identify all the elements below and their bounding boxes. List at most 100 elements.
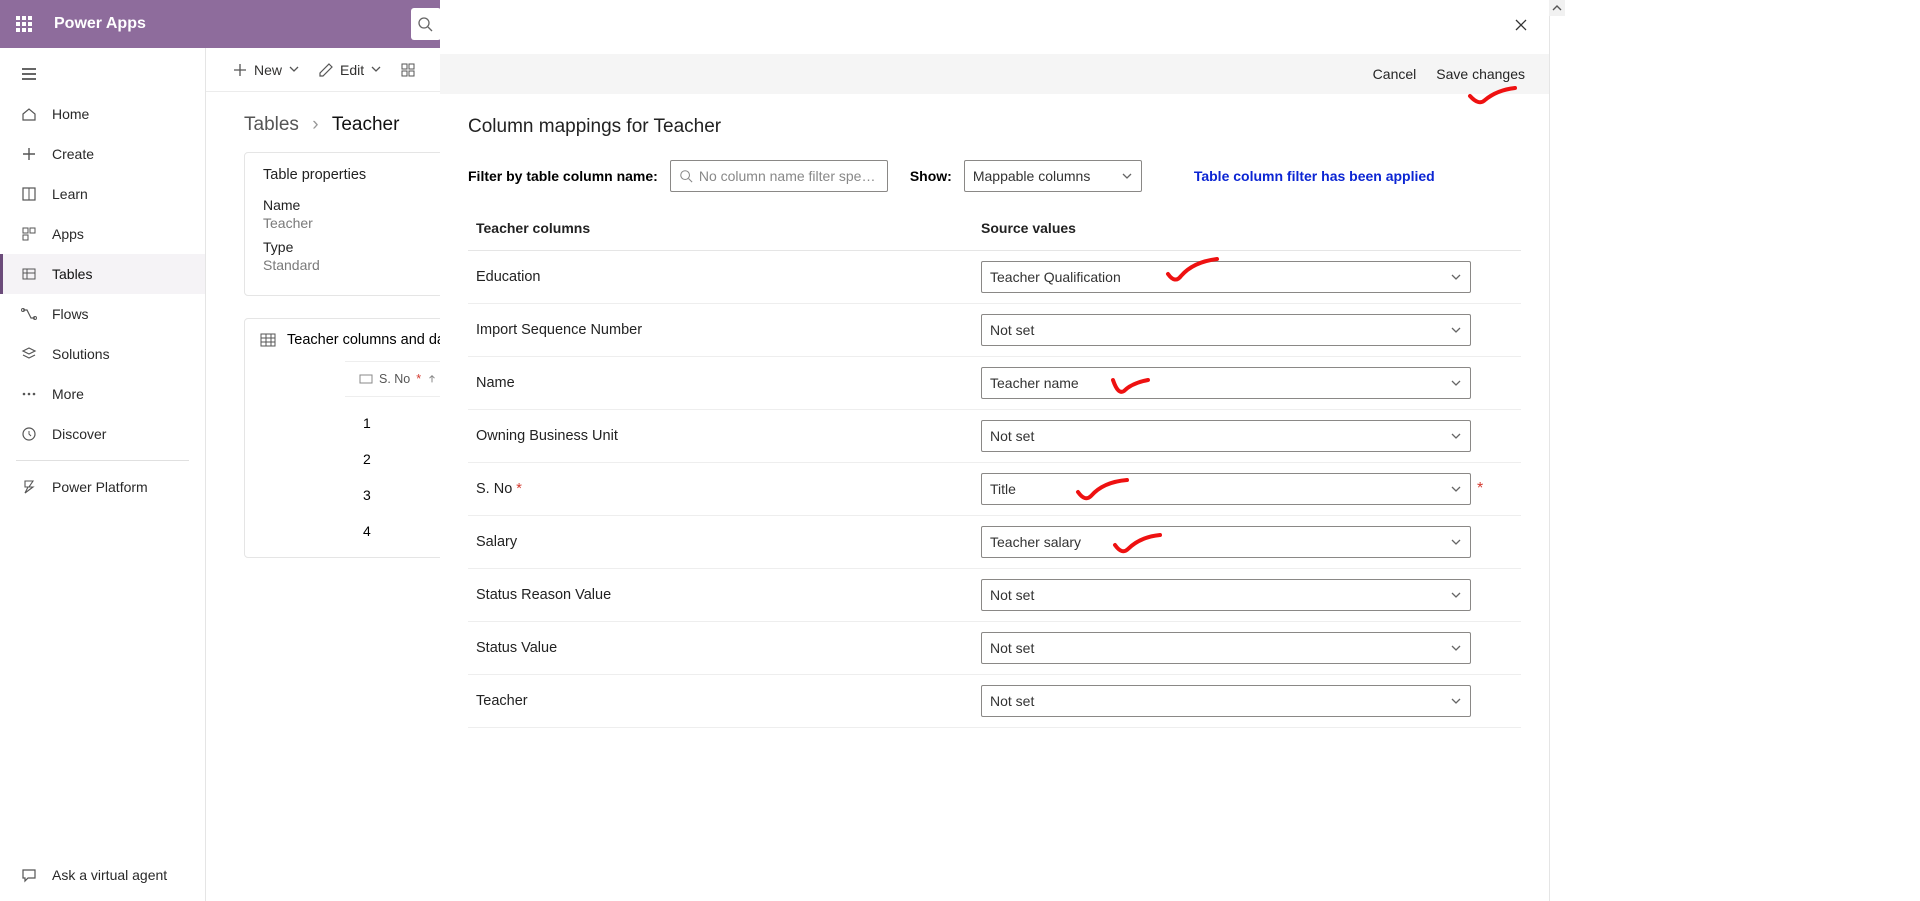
scroll-up-button[interactable]: [1549, 0, 1565, 16]
chevron-down-icon: [1450, 377, 1462, 389]
chevron-down-icon: [1450, 589, 1462, 601]
plus-icon: [20, 145, 38, 163]
cancel-button[interactable]: Cancel: [1373, 66, 1417, 82]
source-value-dropdown[interactable]: Not set: [981, 685, 1471, 717]
mapping-row: Salary Teacher salary: [468, 516, 1521, 569]
source-value-label: Not set: [990, 428, 1034, 444]
chevron-down-icon: [1450, 430, 1462, 442]
search-box[interactable]: [411, 8, 441, 40]
source-value-label: Not set: [990, 322, 1034, 338]
source-value-dropdown[interactable]: Not set: [981, 579, 1471, 611]
sidebar-item-label: Home: [52, 106, 89, 122]
columns-data-title: Teacher columns and data: [287, 332, 457, 348]
required-indicator: *: [512, 481, 522, 497]
chat-icon: [20, 866, 38, 884]
sidebar-item-learn[interactable]: Learn: [0, 174, 205, 214]
save-changes-button[interactable]: Save changes: [1436, 66, 1525, 82]
source-value-dropdown[interactable]: Teacher Qualification: [981, 261, 1471, 293]
grid-icon: [400, 62, 416, 78]
edit-label: Edit: [340, 62, 364, 78]
mapping-column-name: S. No *: [476, 481, 981, 497]
source-value-label: Teacher salary: [990, 534, 1081, 550]
app-title: Power Apps: [48, 15, 146, 33]
sidebar-item-label: Apps: [52, 226, 84, 242]
mapping-row: S. No * Title *: [468, 463, 1521, 516]
sidebar-item-discover[interactable]: Discover: [0, 414, 205, 454]
sidebar-item-label: Solutions: [52, 346, 110, 362]
sort-asc-icon: [427, 374, 437, 384]
mapping-row: NameTeacher name: [468, 357, 1521, 410]
breadcrumb-root[interactable]: Tables: [244, 114, 299, 135]
mapping-row: Status Value Not set: [468, 622, 1521, 675]
sidebar-item-label: Create: [52, 146, 94, 162]
hamburger-icon[interactable]: [0, 54, 205, 94]
sidebar-item-power-platform[interactable]: Power Platform: [0, 467, 205, 507]
sidebar-item-more[interactable]: More: [0, 374, 205, 414]
sidebar-item-label: Tables: [52, 266, 92, 282]
source-value-dropdown[interactable]: Title: [981, 473, 1471, 505]
mapping-column-name: Import Sequence Number: [476, 322, 981, 338]
app-launcher-icon[interactable]: [0, 0, 48, 48]
new-button[interactable]: New: [226, 58, 306, 82]
mapping-column-name: Teacher: [476, 693, 981, 709]
mapping-row: Import Sequence Number Not set: [468, 304, 1521, 357]
close-button[interactable]: [1513, 17, 1529, 38]
mappings-header-col1: Teacher columns: [476, 220, 981, 236]
flow-icon: [20, 305, 38, 323]
source-value-dropdown[interactable]: Not set: [981, 314, 1471, 346]
mapping-row: TeacherNot set: [468, 675, 1521, 728]
platform-icon: [20, 478, 38, 496]
source-value-dropdown[interactable]: Teacher salary: [981, 526, 1471, 558]
breadcrumb-current: Teacher: [332, 114, 400, 135]
source-value-dropdown[interactable]: Not set: [981, 420, 1471, 452]
source-value-label: Teacher Qualification: [990, 269, 1121, 285]
mapping-column-name: Status Reason Value: [476, 587, 981, 603]
sidebar-item-label: Ask a virtual agent: [52, 867, 167, 883]
plus-icon: [232, 62, 248, 78]
source-value-dropdown[interactable]: Not set: [981, 632, 1471, 664]
chevron-down-icon: [1450, 642, 1462, 654]
new-label: New: [254, 62, 282, 78]
sidebar-item-label: More: [52, 386, 84, 402]
filter-placeholder: No column name filter spe…: [699, 168, 876, 184]
text-field-icon: [359, 372, 373, 386]
sidebar-item-tables[interactable]: Tables: [0, 254, 205, 294]
chevron-down-icon: [1450, 536, 1462, 548]
sidebar-item-home[interactable]: Home: [0, 94, 205, 134]
sidebar-item-flows[interactable]: Flows: [0, 294, 205, 334]
search-icon: [417, 16, 433, 32]
source-value-dropdown[interactable]: Teacher name: [981, 367, 1471, 399]
sidebar-item-create[interactable]: Create: [0, 134, 205, 174]
source-value-label: Teacher name: [990, 375, 1079, 391]
mapping-column-name: Salary: [476, 534, 981, 550]
mapping-row: Status Reason ValueNot set: [468, 569, 1521, 622]
grid-button[interactable]: [394, 58, 422, 82]
required-indicator: *: [416, 372, 421, 386]
panel-action-bar: Cancel Save changes: [440, 54, 1549, 94]
table-icon: [259, 331, 277, 349]
mapping-column-name: Education: [476, 269, 981, 285]
sidebar-item-label: Learn: [52, 186, 88, 202]
show-dropdown-value: Mappable columns: [973, 168, 1091, 184]
chevron-down-icon: [370, 62, 382, 78]
chevron-down-icon: [1450, 695, 1462, 707]
filter-input[interactable]: No column name filter spe…: [670, 160, 888, 192]
source-value-label: Title: [990, 481, 1016, 497]
sidebar-item-solutions[interactable]: Solutions: [0, 334, 205, 374]
sidebar-item-virtual-agent[interactable]: Ask a virtual agent: [0, 855, 205, 895]
source-value-label: Not set: [990, 640, 1034, 656]
home-icon: [20, 105, 38, 123]
filter-label: Filter by table column name:: [468, 168, 658, 184]
sidebar-item-label: Flows: [52, 306, 89, 322]
edit-button[interactable]: Edit: [312, 58, 388, 82]
mapping-column-name: Status Value: [476, 640, 981, 656]
chevron-down-icon: [1121, 170, 1133, 182]
sidebar-item-apps[interactable]: Apps: [0, 214, 205, 254]
pencil-icon: [318, 62, 334, 78]
close-icon: [1513, 17, 1529, 33]
more-icon: [20, 385, 38, 403]
table-icon: [20, 265, 38, 283]
filter-applied-message: Table column filter has been applied: [1194, 168, 1435, 184]
show-dropdown[interactable]: Mappable columns: [964, 160, 1142, 192]
column-header-label: S. No: [379, 372, 410, 386]
